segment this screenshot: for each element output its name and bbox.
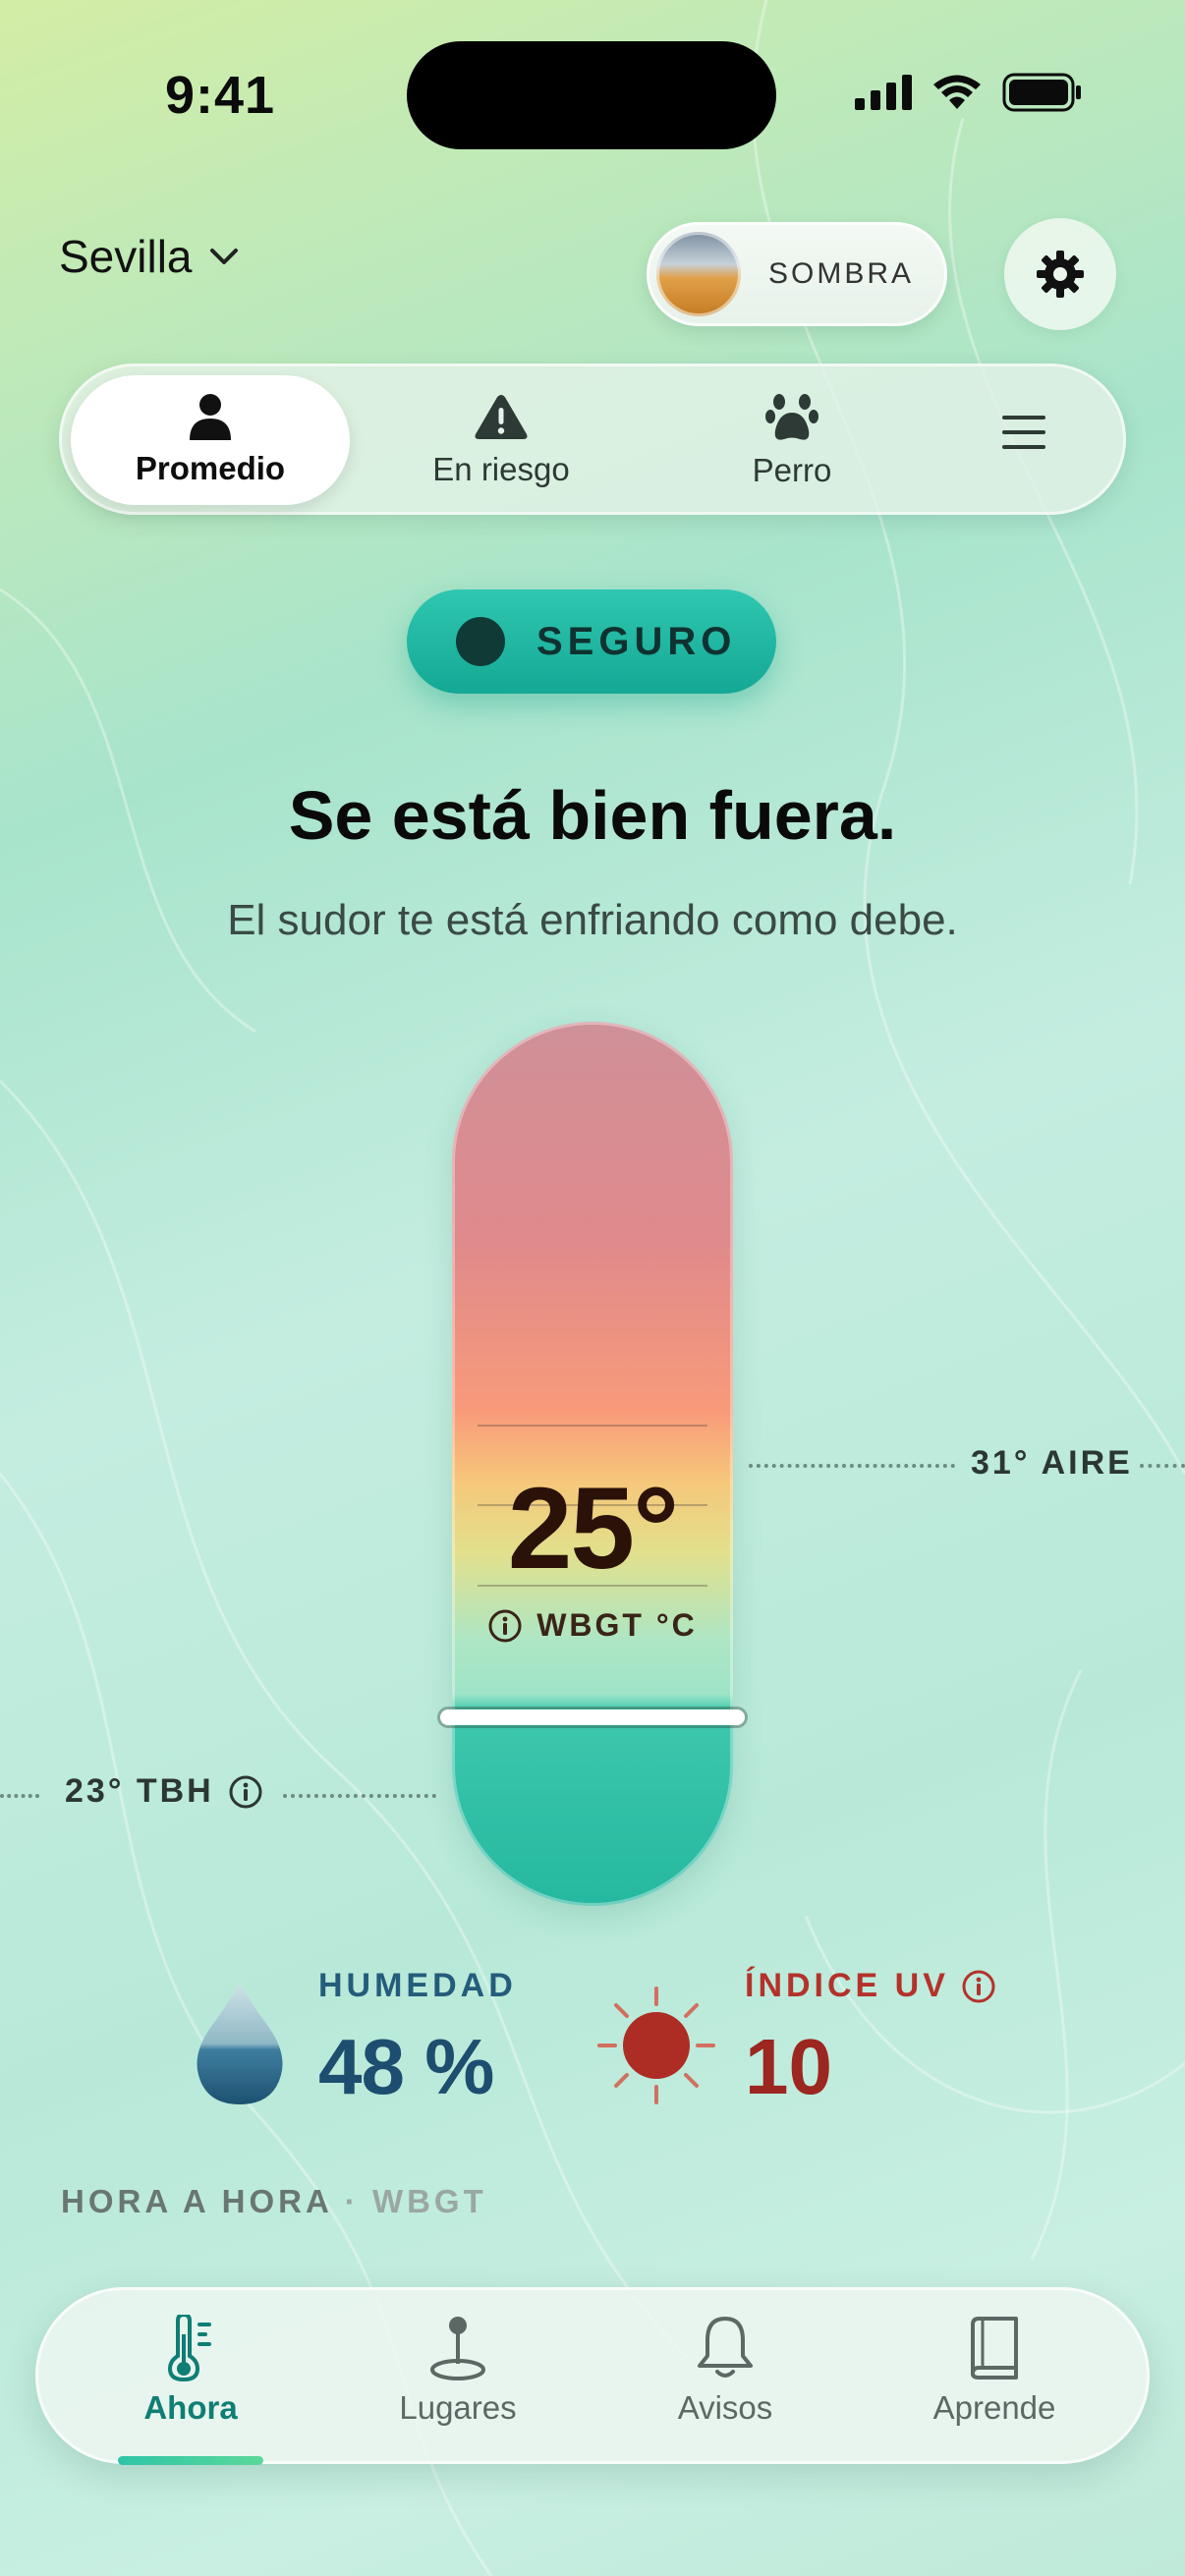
shade-toggle[interactable]: SOMBRA (647, 222, 947, 326)
tab-aprende[interactable]: Aprende (876, 2315, 1112, 2433)
tab-label: Ahora (143, 2389, 238, 2426)
risk-level-label: SEGURO (536, 619, 737, 663)
wbgt-unit[interactable]: WBGT °C (452, 1607, 733, 1644)
tab-label: Aprende (932, 2389, 1056, 2426)
profile-tab-promedio[interactable]: Promedio (71, 375, 350, 505)
tbh-label: 23° TBH (65, 1772, 214, 1810)
status-subline: El sudor te está enfriando como debe. (227, 896, 958, 944)
humidity-label: HUMEDAD (318, 1967, 517, 2004)
tab-ahora[interactable]: Ahora (73, 2315, 309, 2433)
city-name: Sevilla (59, 231, 193, 282)
hourly-title: HORA A HORA (61, 2183, 332, 2219)
wet-bulb-temperature[interactable]: 23° TBH (65, 1772, 263, 1811)
profile-tab-en-riesgo[interactable]: En riesgo (401, 375, 601, 505)
battery-icon (1002, 73, 1081, 112)
profile-tab-label: Perro (752, 452, 832, 488)
book-icon (971, 2317, 1018, 2380)
dynamic-island (407, 41, 776, 149)
humidity-value: 48 % (318, 2023, 494, 2110)
shade-indicator-icon (656, 232, 741, 316)
profile-tab-label: En riesgo (432, 451, 570, 487)
warning-icon (475, 395, 528, 439)
tbh-leader-line (0, 1794, 39, 1798)
wbgt-value: 25° (507, 1464, 679, 1594)
uv-index-header[interactable]: ÍNDICE UV (745, 1967, 996, 2005)
shade-toggle-label: SOMBRA (768, 257, 915, 290)
info-icon (229, 1775, 262, 1808)
air-leader-line (749, 1464, 955, 1468)
gear-icon (1037, 251, 1084, 298)
paw-icon (765, 394, 818, 440)
status-time: 9:41 (165, 66, 276, 125)
tab-label: Avisos (677, 2389, 773, 2426)
tab-label: Lugares (399, 2389, 517, 2426)
hourly-section-title: HORA A HORA · WBGT (61, 2183, 487, 2220)
status-headline: Se está bien fuera. (288, 777, 897, 854)
profile-tab-label: Promedio (135, 450, 286, 486)
wifi-icon (933, 75, 981, 109)
uv-index-value: 10 (745, 2023, 832, 2110)
location-pin-icon (430, 2317, 485, 2380)
tab-lugares[interactable]: Lugares (340, 2315, 576, 2433)
wbgt-unit-label: WBGT °C (536, 1607, 698, 1643)
info-icon (488, 1609, 522, 1642)
uv-index-label: ÍNDICE UV (745, 1967, 949, 2004)
hourly-subtitle: · WBGT (344, 2183, 487, 2219)
menu-icon (1002, 416, 1045, 449)
active-tab-indicator (118, 2456, 263, 2465)
chevron-down-icon (209, 249, 238, 264)
signal-icon (855, 75, 912, 110)
air-leader-line (1140, 1464, 1185, 1468)
gauge-tick-line (478, 1425, 707, 1427)
city-selector[interactable]: Sevilla (59, 230, 240, 283)
profile-menu-button[interactable] (1002, 413, 1045, 457)
settings-button[interactable] (1004, 218, 1116, 330)
info-icon (962, 1970, 995, 2002)
person-icon (190, 394, 231, 440)
humidity-drop-icon (197, 1983, 283, 2104)
status-icons (855, 73, 1083, 112)
risk-dot-icon (456, 617, 505, 666)
profile-tab-perro[interactable]: Perro (692, 375, 892, 505)
tbh-leader-line (283, 1794, 436, 1798)
bell-icon (698, 2317, 753, 2378)
tab-avisos[interactable]: Avisos (607, 2315, 843, 2433)
air-temperature: 31° AIRE (971, 1444, 1133, 1482)
sun-icon (597, 1987, 715, 2104)
thermometer-icon (167, 2315, 211, 2381)
gauge-level-marker (440, 1709, 745, 1725)
risk-level-badge: SEGURO (407, 589, 776, 694)
